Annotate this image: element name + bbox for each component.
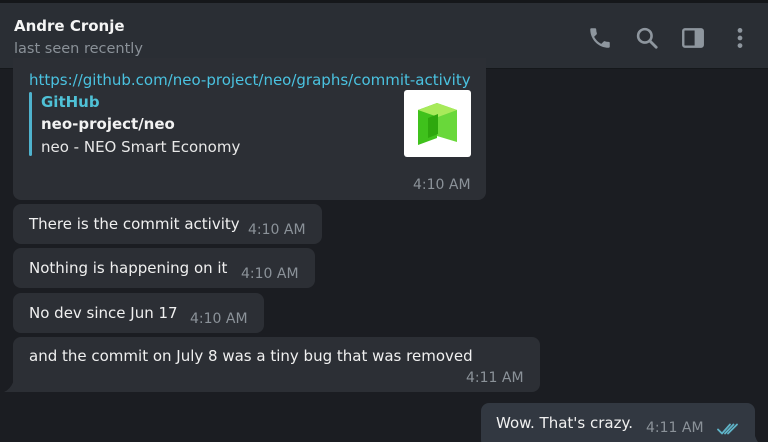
message-time: 4:10 AM — [241, 266, 299, 282]
sidebar-toggle-icon[interactable] — [680, 25, 706, 51]
message-link-preview[interactable]: https://github.com/neo-project/neo/graph… — [13, 58, 486, 200]
preview-title: neo-project/neo — [41, 115, 175, 133]
message-time: 4:10 AM — [413, 177, 471, 193]
message-list[interactable]: https://github.com/neo-project/neo/graph… — [0, 58, 768, 442]
message-time: 4:10 AM — [248, 222, 306, 238]
message-bubble-outgoing[interactable]: Wow. That's crazy. 4:11 AM — [481, 403, 755, 442]
message-time: 4:11 AM — [466, 370, 524, 386]
message-text: No dev since Jun 17 — [29, 304, 178, 322]
message-text: Wow. That's crazy. — [496, 414, 633, 432]
message-bubble[interactable]: No dev since Jun 17 4:10 AM — [13, 293, 264, 333]
message-text: Nothing is happening on it — [29, 259, 228, 277]
preview-description: neo - NEO Smart Economy — [41, 138, 241, 156]
neo-logo-icon[interactable] — [404, 90, 471, 157]
contact-name[interactable]: Andre Cronje — [14, 17, 125, 35]
message-text: There is the commit activity — [29, 215, 240, 233]
message-time: 4:11 AM — [646, 420, 704, 436]
bubble-tail-outgoing — [755, 436, 758, 442]
search-icon[interactable] — [634, 25, 660, 51]
message-text: and the commit on July 8 was a tiny bug … — [29, 347, 473, 365]
message-bubble[interactable]: There is the commit activity 4:10 AM — [13, 204, 322, 244]
preview-accent-bar — [29, 92, 32, 156]
phone-icon[interactable] — [587, 25, 613, 51]
message-bubble[interactable]: Nothing is happening on it 4:10 AM — [13, 248, 315, 288]
message-link[interactable]: https://github.com/neo-project/neo/graph… — [29, 71, 471, 89]
message-bubble[interactable]: and the commit on July 8 was a tiny bug … — [13, 337, 540, 392]
more-vertical-icon[interactable] — [727, 25, 753, 51]
preview-site-name: GitHub — [41, 93, 100, 111]
bubble-tail — [4, 380, 14, 392]
message-time: 4:10 AM — [190, 311, 248, 327]
double-check-icon — [717, 423, 738, 435]
contact-status: last seen recently — [14, 41, 143, 57]
